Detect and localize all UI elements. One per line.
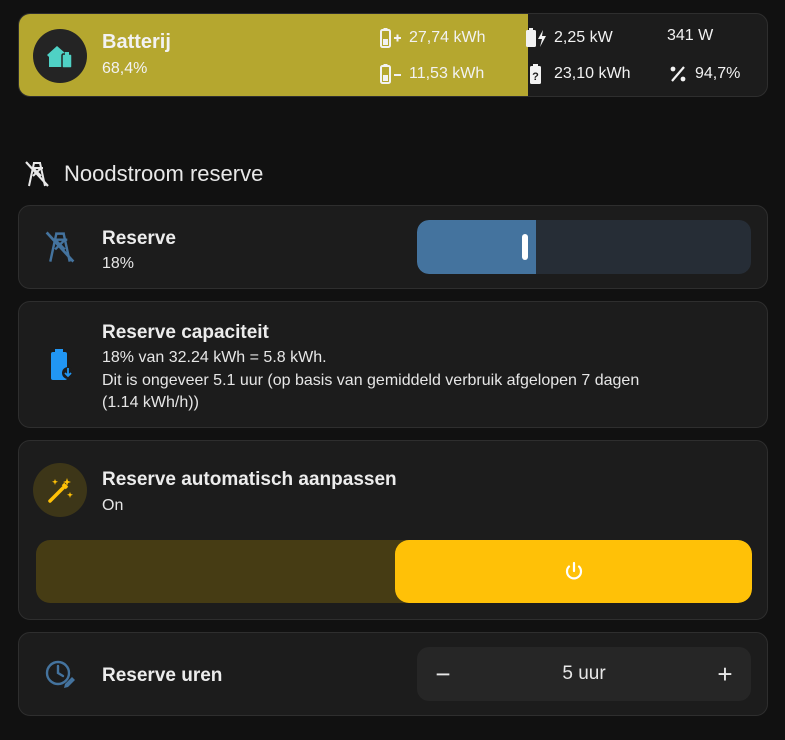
battery-discharge-value: 11,53 kWh — [409, 65, 485, 82]
percent-icon — [670, 66, 686, 82]
capacity-line-3: (1.14 kWh/h)) — [102, 394, 199, 411]
battery-card[interactable]: Batterij 68,4% 27,74 kWh 11,53 kWh 2,25 … — [18, 13, 768, 97]
battery-efficiency-value: 94,7% — [695, 65, 741, 82]
battery-watts-stat: 341 W — [667, 27, 713, 45]
battery-unknown-icon: ? — [530, 64, 541, 84]
battery-home-icon — [33, 29, 87, 83]
clock-edit-icon — [45, 660, 75, 688]
battery-discharge-stat: 11,53 kWh — [379, 63, 484, 85]
battery-remaining-stat: ? 23,10 kWh — [524, 63, 630, 85]
capacity-card: Reserve capaciteit 18% van 32.24 kWh = 5… — [18, 301, 768, 428]
hours-card: Reserve uren − 5 uur + — [18, 632, 768, 716]
auto-adjust-toggle[interactable] — [36, 540, 752, 603]
hours-stepper[interactable]: − 5 uur + — [417, 647, 751, 701]
reserve-title: Reserve — [102, 228, 176, 249]
battery-minus-icon — [380, 64, 401, 84]
battery-percent: 68,4% — [102, 60, 148, 77]
battery-watts-value: 341 W — [667, 27, 714, 44]
svg-text:?: ? — [532, 71, 539, 83]
battery-title: Batterij — [102, 31, 171, 53]
auto-fix-icon — [33, 463, 87, 517]
transmission-tower-off-icon — [45, 231, 75, 263]
battery-charge-stat: 27,74 kWh — [379, 27, 485, 49]
reserve-card: Reserve 18% — [18, 205, 768, 289]
battery-power-stat: 2,25 kW — [524, 27, 613, 49]
capacity-line-2: Dit is ongeveer 5.1 uur (op basis van ge… — [102, 372, 640, 389]
auto-adjust-state: On — [102, 497, 124, 514]
battery-charge-value: 27,74 kWh — [409, 29, 486, 46]
battery-plus-icon — [380, 28, 401, 48]
hours-title: Reserve uren — [102, 665, 223, 686]
reserve-slider-handle[interactable] — [522, 234, 528, 260]
battery-efficiency-stat: 94,7% — [667, 63, 740, 85]
auto-adjust-title: Reserve automatisch aanpassen — [102, 469, 397, 490]
auto-adjust-card: Reserve automatisch aanpassen On — [18, 440, 768, 620]
capacity-title: Reserve capaciteit — [102, 322, 269, 343]
battery-power-value: 2,25 kW — [554, 29, 613, 46]
transmission-tower-off-icon — [25, 161, 49, 187]
capacity-line-1: 18% van 32.24 kWh = 5.8 kWh. — [102, 349, 327, 366]
battery-arrow-down-icon — [51, 349, 74, 380]
reserve-slider-fill — [417, 220, 536, 274]
auto-adjust-toggle-on[interactable] — [395, 540, 752, 603]
increment-button[interactable]: + — [699, 647, 751, 701]
power-icon — [565, 561, 582, 579]
section-title: Noodstroom reserve — [64, 161, 264, 186]
battery-remaining-value: 23,10 kWh — [554, 65, 631, 82]
reserve-value: 18% — [102, 255, 135, 272]
reserve-slider[interactable] — [417, 220, 751, 274]
battery-charging-icon — [526, 28, 546, 47]
section-heading: Noodstroom reserve — [24, 158, 263, 190]
